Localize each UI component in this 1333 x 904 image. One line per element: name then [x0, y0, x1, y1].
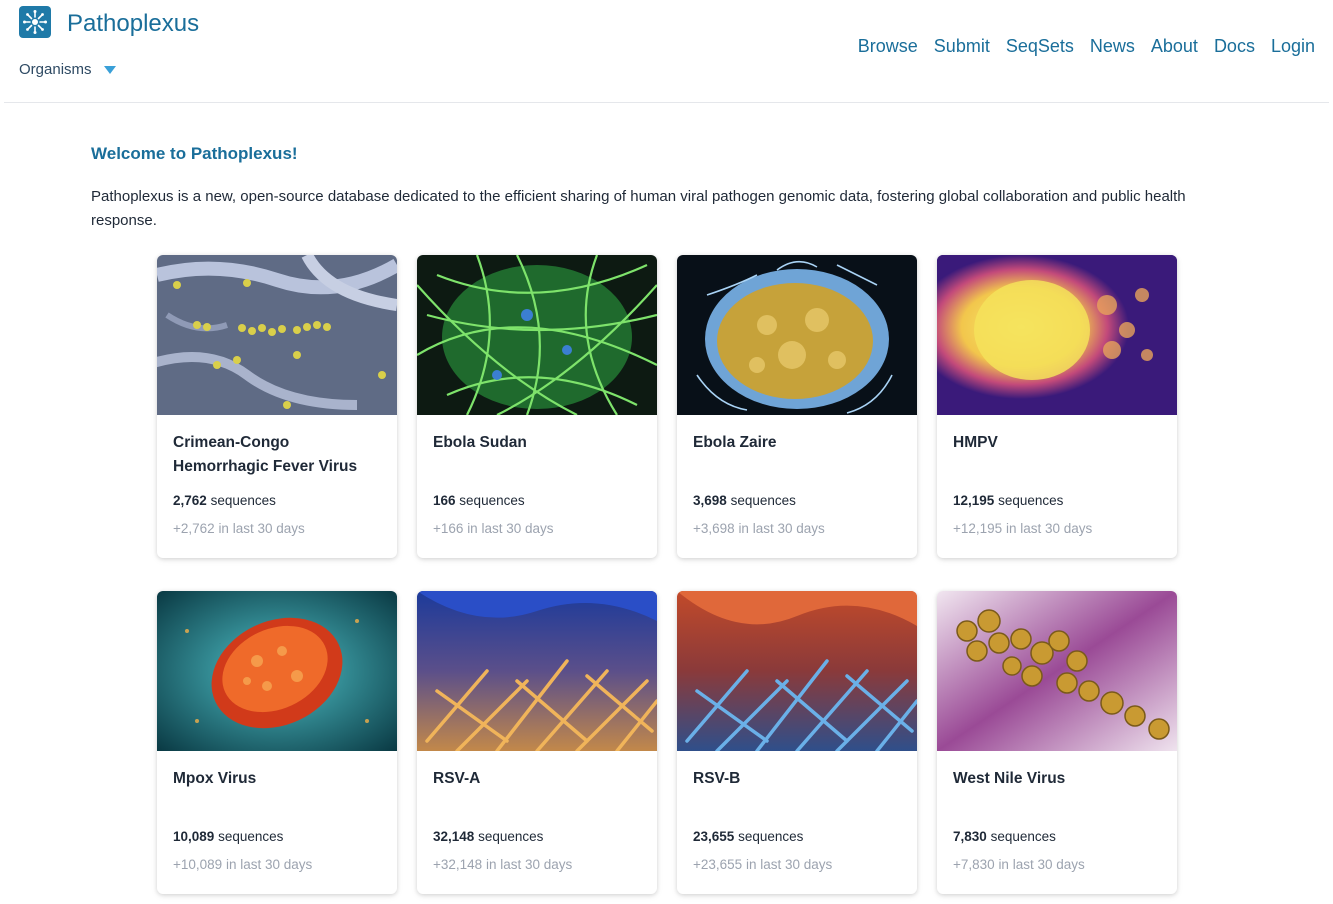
card-title: Mpox Virus	[173, 770, 257, 787]
mpox-image	[157, 591, 397, 751]
site-header: Pathoplexus Organisms Browse Submit SeqS…	[0, 0, 1333, 103]
card-title: RSV-B	[693, 770, 741, 787]
card-sequence-count: 2,762 sequences	[173, 493, 276, 508]
card-recent-count: +23,655 in last 30 days	[693, 857, 833, 872]
card-sequence-count: 12,195 sequences	[953, 493, 1064, 508]
card-sequence-count: 3,698 sequences	[693, 493, 796, 508]
card-recent-count: +3,698 in last 30 days	[693, 521, 825, 536]
card-sequence-count: 23,655 sequences	[693, 829, 804, 844]
card-title: West Nile Virus	[953, 770, 1066, 787]
card-recent-count: +2,762 in last 30 days	[173, 521, 305, 536]
ebola-sudan-image	[417, 255, 657, 415]
card-title: RSV-A	[433, 770, 481, 787]
organisms-dropdown[interactable]: Organisms	[19, 61, 116, 78]
nav-seqsets[interactable]: SeqSets	[1006, 36, 1074, 57]
card-title: HMPV	[953, 434, 998, 451]
card-recent-count: +7,830 in last 30 days	[953, 857, 1085, 872]
west-nile-image	[937, 591, 1177, 751]
nav-browse[interactable]: Browse	[858, 36, 918, 57]
organism-card-cchfv[interactable]: Crimean-Congo Hemorrhagic Fever Virus 2,…	[157, 255, 397, 558]
nav-news[interactable]: News	[1090, 36, 1135, 57]
cchfv-image	[157, 255, 397, 415]
organism-card-west-nile[interactable]: West Nile Virus 7,830 sequences +7,830 i…	[937, 591, 1177, 894]
pathoplexus-logo-icon[interactable]	[19, 6, 51, 38]
card-sequence-count: 10,089 sequences	[173, 829, 284, 844]
main-nav: Browse Submit SeqSets News About Docs Lo…	[858, 36, 1315, 57]
nav-login[interactable]: Login	[1271, 36, 1315, 57]
card-recent-count: +166 in last 30 days	[433, 521, 554, 536]
card-title: Ebola Sudan	[433, 434, 527, 451]
rsv-a-image	[417, 591, 657, 751]
caret-down-icon	[103, 65, 116, 74]
organisms-label: Organisms	[19, 61, 92, 78]
card-recent-count: +32,148 in last 30 days	[433, 857, 573, 872]
nav-submit[interactable]: Submit	[934, 36, 990, 57]
hmpv-image	[937, 255, 1177, 415]
nav-docs[interactable]: Docs	[1214, 36, 1255, 57]
card-title: Ebola Zaire	[693, 434, 777, 451]
organism-card-ebola-sudan[interactable]: Ebola Sudan 166 sequences +166 in last 3…	[417, 255, 657, 558]
card-title: Crimean-Congo Hemorrhagic Fever Virus	[173, 434, 358, 475]
rsv-b-image	[677, 591, 917, 751]
card-sequence-count: 7,830 sequences	[953, 829, 1056, 844]
organism-card-ebola-zaire[interactable]: Ebola Zaire 3,698 sequences +3,698 in la…	[677, 255, 917, 558]
nav-about[interactable]: About	[1151, 36, 1198, 57]
organism-card-rsv-a[interactable]: RSV-A 32,148 sequences +32,148 in last 3…	[417, 591, 657, 894]
intro-text: Pathoplexus is a new, open-source databa…	[91, 188, 1186, 229]
organism-card-hmpv[interactable]: HMPV 12,195 sequences +12,195 in last 30…	[937, 255, 1177, 558]
card-sequence-count: 166 sequences	[433, 493, 525, 508]
organism-grid: Crimean-Congo Hemorrhagic Fever Virus 2,…	[157, 255, 1177, 894]
card-recent-count: +10,089 in last 30 days	[173, 857, 313, 872]
page-title: Welcome to Pathoplexus!	[91, 144, 298, 163]
card-sequence-count: 32,148 sequences	[433, 829, 544, 844]
card-recent-count: +12,195 in last 30 days	[953, 521, 1093, 536]
organism-card-rsv-b[interactable]: RSV-B 23,655 sequences +23,655 in last 3…	[677, 591, 917, 894]
brand-link[interactable]: Pathoplexus	[67, 10, 199, 38]
header-divider	[4, 102, 1329, 103]
organism-card-mpox[interactable]: Mpox Virus 10,089 sequences +10,089 in l…	[157, 591, 397, 894]
ebola-zaire-image	[677, 255, 917, 415]
